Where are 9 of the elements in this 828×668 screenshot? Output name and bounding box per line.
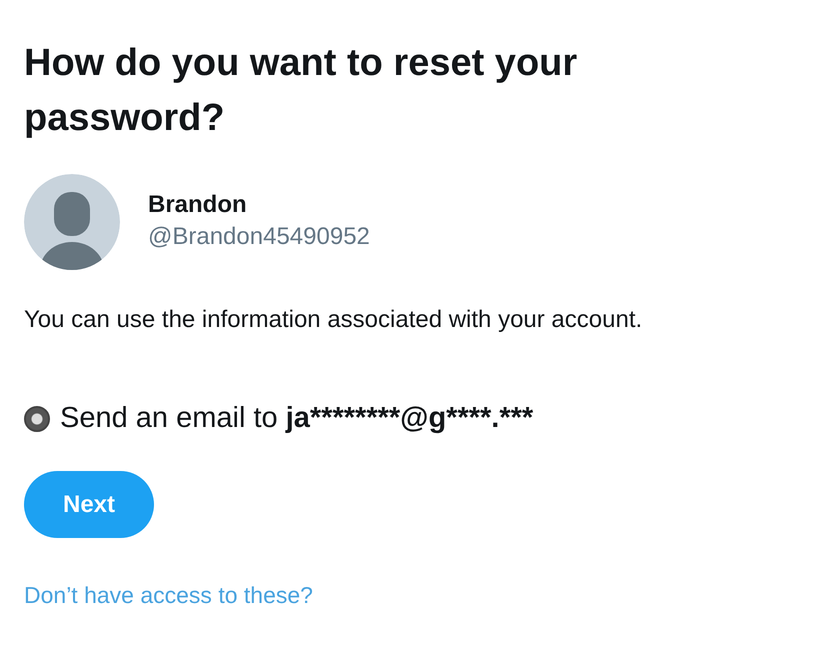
- option-label[interactable]: Send an email to ja********@g****.***: [60, 402, 534, 435]
- avatar-icon: [24, 174, 120, 270]
- radio-button[interactable]: [24, 406, 50, 432]
- help-link[interactable]: Don’t have access to these?: [24, 582, 313, 609]
- account-handle: @Brandon45490952: [148, 223, 370, 251]
- page-title: How do you want to reset your password?: [24, 41, 578, 141]
- info-text: You can use the information associated with your account.: [24, 306, 644, 334]
- account-name: Brandon: [148, 191, 248, 219]
- next-button[interactable]: Next: [24, 471, 154, 538]
